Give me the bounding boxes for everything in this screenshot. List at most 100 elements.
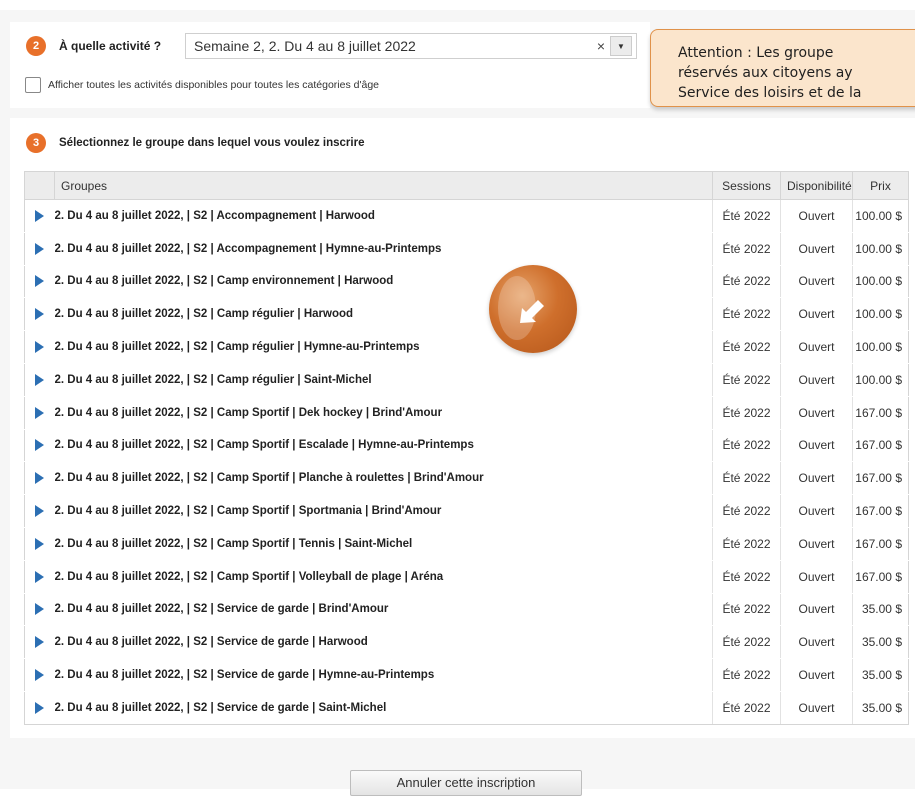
table-header-row: Groupes Sessions Disponibilité Prix [24,171,909,200]
play-triangle-icon[interactable] [35,439,45,452]
group-price: 167.00 $ [852,461,909,496]
group-name[interactable]: 2. Du 4 au 8 juillet 2022, | S2 | Camp r… [54,363,713,397]
expand-row-cell[interactable] [24,265,55,299]
group-name[interactable]: 2. Du 4 au 8 juillet 2022, | S2 | Camp e… [54,265,713,299]
table-row[interactable]: 2. Du 4 au 8 juillet 2022, | S2 | Camp S… [24,461,909,496]
group-name[interactable]: 2. Du 4 au 8 juillet 2022, | S2 | Camp S… [54,494,713,528]
expand-row-cell[interactable] [24,297,55,332]
top-strip [0,0,915,10]
group-price: 35.00 $ [852,691,909,725]
play-triangle-icon[interactable] [35,242,45,255]
group-name[interactable]: 2. Du 4 au 8 juillet 2022, | S2 | Camp r… [54,330,713,364]
clear-icon[interactable]: × [592,38,610,54]
play-triangle-icon[interactable] [35,373,45,386]
group-name[interactable]: 2. Du 4 au 8 juillet 2022, | S2 | Camp r… [54,297,713,332]
play-triangle-icon[interactable] [35,209,45,222]
play-triangle-icon[interactable] [35,505,45,518]
table-row[interactable]: 2. Du 4 au 8 juillet 2022, | S2 | Servic… [24,593,909,627]
expand-row-cell[interactable] [24,363,55,397]
activity-select[interactable]: Semaine 2, 2. Du 4 au 8 juillet 2022 × ▼ [185,33,637,59]
group-session: Été 2022 [712,560,781,594]
play-triangle-icon[interactable] [35,472,45,485]
expand-row-cell[interactable] [24,593,55,627]
table-row[interactable]: 2. Du 4 au 8 juillet 2022, | S2 | Camp S… [24,527,909,561]
group-status: Ouvert [780,297,853,332]
play-triangle-icon[interactable] [35,701,45,714]
header-prix[interactable]: Prix [852,171,909,200]
play-triangle-icon[interactable] [35,603,45,616]
expand-row-cell[interactable] [24,232,55,266]
expand-row-cell[interactable] [24,461,55,496]
group-name[interactable]: 2. Du 4 au 8 juillet 2022, | S2 | Camp S… [54,396,713,430]
group-name[interactable]: 2. Du 4 au 8 juillet 2022, | S2 | Camp S… [54,461,713,496]
group-session: Été 2022 [712,199,781,233]
cursor-glare [498,276,536,340]
header-sessions[interactable]: Sessions [712,171,781,200]
expand-row-cell[interactable] [24,330,55,364]
table-row[interactable]: 2. Du 4 au 8 juillet 2022, | S2 | Servic… [24,658,909,692]
group-status: Ouvert [780,593,853,627]
group-name[interactable]: 2. Du 4 au 8 juillet 2022, | S2 | Servic… [54,658,713,692]
warning-line: Attention : Les groupe [678,45,834,61]
group-session: Été 2022 [712,593,781,627]
table-row[interactable]: 2. Du 4 au 8 juillet 2022, | S2 | Accomp… [24,232,909,266]
expand-row-cell[interactable] [24,691,55,725]
table-row[interactable]: 2. Du 4 au 8 juillet 2022, | S2 | Camp r… [24,297,909,332]
group-name[interactable]: 2. Du 4 au 8 juillet 2022, | S2 | Camp S… [54,429,713,463]
header-groupes[interactable]: Groupes [54,171,713,200]
group-name[interactable]: 2. Du 4 au 8 juillet 2022, | S2 | Servic… [54,593,713,627]
group-price: 35.00 $ [852,658,909,692]
table-row[interactable]: 2. Du 4 au 8 juillet 2022, | S2 | Camp r… [24,330,909,364]
table-row[interactable]: 2. Du 4 au 8 juillet 2022, | S2 | Camp e… [24,265,909,299]
group-name[interactable]: 2. Du 4 au 8 juillet 2022, | S2 | Accomp… [54,232,713,266]
group-status: Ouvert [780,527,853,561]
group-name[interactable]: 2. Du 4 au 8 juillet 2022, | S2 | Servic… [54,625,713,660]
expand-row-cell[interactable] [24,658,55,692]
group-session: Été 2022 [712,461,781,496]
expand-row-cell[interactable] [24,527,55,561]
table-row[interactable]: 2. Du 4 au 8 juillet 2022, | S2 | Camp r… [24,363,909,397]
expand-row-cell[interactable] [24,429,55,463]
group-status: Ouvert [780,691,853,725]
table-row[interactable]: 2. Du 4 au 8 juillet 2022, | S2 | Servic… [24,625,909,660]
group-status: Ouvert [780,625,853,660]
group-name[interactable]: 2. Du 4 au 8 juillet 2022, | S2 | Servic… [54,691,713,725]
activity-label: À quelle activité ? [59,39,162,53]
group-session: Été 2022 [712,429,781,463]
group-price: 35.00 $ [852,625,909,660]
play-triangle-icon[interactable] [35,406,45,419]
table-row[interactable]: 2. Du 4 au 8 juillet 2022, | S2 | Camp S… [24,429,909,463]
play-triangle-icon[interactable] [35,669,45,682]
table-row[interactable]: 2. Du 4 au 8 juillet 2022, | S2 | Camp S… [24,494,909,528]
group-name[interactable]: 2. Du 4 au 8 juillet 2022, | S2 | Camp S… [54,527,713,561]
play-triangle-icon[interactable] [35,275,45,288]
group-price: 100.00 $ [852,232,909,266]
play-triangle-icon[interactable] [35,308,45,321]
group-session: Été 2022 [712,527,781,561]
warning-line: Service des loisirs et de la [678,85,862,101]
group-status: Ouvert [780,461,853,496]
expand-row-cell[interactable] [24,396,55,430]
play-triangle-icon[interactable] [35,341,45,354]
group-price: 167.00 $ [852,396,909,430]
table-row[interactable]: 2. Du 4 au 8 juillet 2022, | S2 | Camp S… [24,560,909,594]
table-row[interactable]: 2. Du 4 au 8 juillet 2022, | S2 | Camp S… [24,396,909,430]
group-price: 100.00 $ [852,363,909,397]
expand-row-cell[interactable] [24,625,55,660]
header-disponibilite[interactable]: Disponibilité [780,171,853,200]
chevron-down-icon[interactable]: ▼ [610,36,632,56]
play-triangle-icon[interactable] [35,570,45,583]
play-triangle-icon[interactable] [35,636,45,649]
warning-callout: Attention : Les groupe réservés aux cito… [650,29,915,107]
table-row[interactable]: 2. Du 4 au 8 juillet 2022, | S2 | Accomp… [24,199,909,233]
show-all-activities-checkbox[interactable] [25,77,41,93]
group-name[interactable]: 2. Du 4 au 8 juillet 2022, | S2 | Accomp… [54,199,713,233]
expand-row-cell[interactable] [24,560,55,594]
table-row[interactable]: 2. Du 4 au 8 juillet 2022, | S2 | Servic… [24,691,909,725]
group-name[interactable]: 2. Du 4 au 8 juillet 2022, | S2 | Camp S… [54,560,713,594]
expand-row-cell[interactable] [24,199,55,233]
group-session: Été 2022 [712,363,781,397]
play-triangle-icon[interactable] [35,537,45,550]
expand-row-cell[interactable] [24,494,55,528]
cancel-registration-button[interactable]: Annuler cette inscription [350,770,582,796]
